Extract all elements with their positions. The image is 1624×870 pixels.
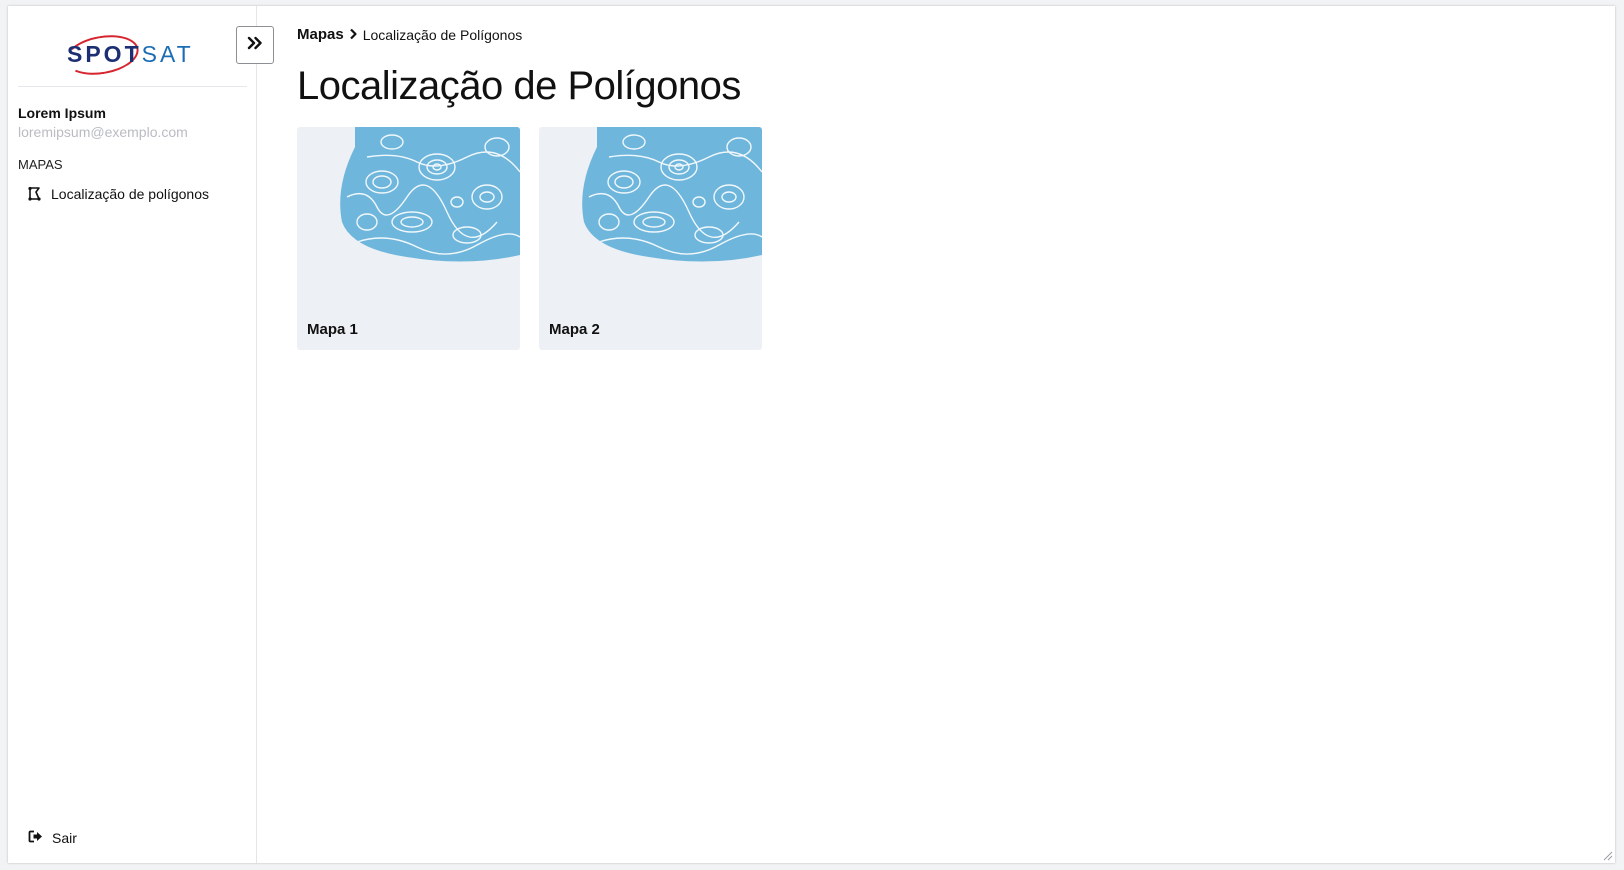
page-title: Localização de Polígonos — [297, 64, 741, 108]
map-card-2[interactable]: Mapa 2 — [539, 127, 762, 350]
app-window: SPOTSAT Lorem Ipsum loremipsum@exemplo.c… — [8, 6, 1615, 863]
polygon-map-icon — [28, 187, 41, 201]
breadcrumb-mapas[interactable]: Mapas — [297, 26, 344, 43]
map-card-list: Mapa 1 Mapa 2 — [297, 127, 762, 350]
sidebar-section-mapas: MAPAS — [18, 157, 63, 172]
sidebar-item-label: Localização de polígonos — [51, 186, 210, 202]
resize-grip-icon[interactable] — [1601, 849, 1613, 861]
logo-text-sat: SAT — [141, 41, 194, 67]
logo-text-spot: SPOT — [67, 41, 142, 67]
breadcrumb: Mapas Localização de Polígonos — [297, 26, 522, 43]
double-chevron-right-icon — [247, 36, 263, 55]
sign-out-icon — [28, 830, 43, 846]
spotsat-logo: SPOTSAT — [62, 28, 198, 81]
logo-wordmark: SPOTSAT — [67, 41, 194, 68]
sidebar-toggle-button[interactable] — [236, 26, 274, 64]
sidebar-item-localizacao-poligonos[interactable]: Localização de polígonos — [28, 182, 209, 206]
user-name: Lorem Ipsum — [18, 105, 106, 121]
chevron-right-icon — [349, 27, 358, 43]
logout-button[interactable]: Sair — [28, 827, 77, 849]
user-email: loremipsum@exemplo.com — [18, 124, 188, 140]
map-thumbnail-image — [340, 127, 520, 262]
map-card-label: Mapa 1 — [307, 321, 358, 338]
sidebar-divider — [18, 86, 247, 87]
map-card-label: Mapa 2 — [549, 321, 600, 338]
breadcrumb-current: Localização de Polígonos — [362, 26, 523, 43]
map-card-1[interactable]: Mapa 1 — [297, 127, 520, 350]
map-thumbnail-image — [582, 127, 762, 262]
sidebar: SPOTSAT Lorem Ipsum loremipsum@exemplo.c… — [8, 6, 257, 863]
logout-label: Sair — [52, 830, 77, 846]
